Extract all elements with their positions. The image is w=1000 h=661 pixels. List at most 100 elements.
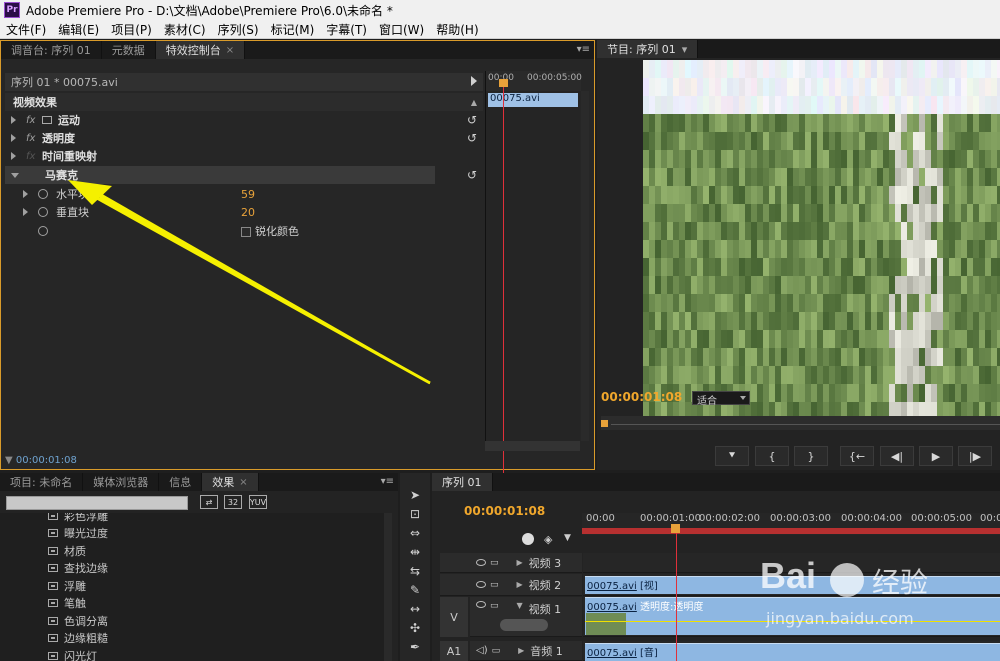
fit-dropdown[interactable]: 适合 — [692, 391, 750, 407]
source-v-patch[interactable]: V — [440, 597, 468, 637]
eye-icon[interactable] — [476, 601, 486, 608]
expand-icon[interactable] — [23, 190, 28, 198]
program-timecode[interactable]: 00:00:01:08 — [601, 390, 682, 404]
tab-program[interactable]: 节目: 序列 01 ▾ — [597, 40, 699, 58]
mark-in-button[interactable]: { — [755, 446, 789, 466]
reset-icon[interactable]: ↺ — [467, 131, 477, 145]
clip-a1[interactable]: 00075.avi [音] — [585, 643, 1000, 661]
playhead-handle[interactable] — [499, 79, 508, 87]
step-forward-button[interactable]: |▶ — [958, 446, 992, 466]
list-item[interactable]: 材质 — [0, 542, 392, 560]
program-scrubber[interactable] — [601, 416, 1000, 430]
effect-time-remap[interactable]: fx 时间重映射 — [5, 147, 483, 165]
effect-timecode[interactable]: ▼ 00:00:01:08 — [5, 455, 77, 466]
reset-icon[interactable]: ↺ — [467, 113, 477, 127]
list-item[interactable]: 笔触 — [0, 595, 392, 613]
tab-info[interactable]: 信息 — [159, 473, 203, 491]
panel-menu-icon[interactable]: ▾≡ — [577, 44, 590, 55]
vertical-blocks-value[interactable]: 20 — [241, 206, 255, 219]
effect-opacity[interactable]: fx 透明度 ↺ — [5, 129, 483, 147]
stopwatch-icon[interactable] — [38, 226, 48, 236]
effect-mosaic[interactable]: 马赛克 — [5, 166, 435, 184]
playhead-handle[interactable] — [671, 524, 680, 533]
eye-icon[interactable] — [476, 581, 486, 588]
tab-effect-controls[interactable]: 特效控制台 × — [155, 41, 246, 59]
sharpen-colors-checkbox[interactable] — [241, 227, 251, 237]
close-icon[interactable]: × — [239, 477, 247, 488]
menu-window[interactable]: 窗口(W) — [373, 21, 430, 38]
collapse-icon[interactable]: ▲ — [471, 98, 477, 107]
selection-tool-icon[interactable]: ➤ — [407, 487, 423, 503]
play-button[interactable]: ▶ — [919, 446, 953, 466]
timeline-ruler[interactable]: 00:00 00:00:01:00 00:00:02:00 00:00:03:0… — [582, 513, 1000, 535]
tab-audio-mixer[interactable]: 调音台: 序列 01 — [1, 41, 102, 59]
rate-stretch-tool-icon[interactable]: ⇆ — [407, 563, 423, 579]
add-marker-button[interactable]: ⯆ — [715, 446, 749, 466]
go-to-in-button[interactable]: {← — [840, 446, 874, 466]
work-area-bar[interactable] — [582, 528, 1000, 534]
menu-help[interactable]: 帮助(H) — [430, 21, 484, 38]
effect-timeline-clip[interactable]: 00075.avi — [488, 93, 578, 107]
keyframe-navigator[interactable] — [500, 619, 548, 631]
list-item[interactable]: 浮雕 — [0, 577, 392, 595]
vertical-scrollbar[interactable] — [384, 513, 392, 661]
stopwatch-icon[interactable] — [38, 189, 48, 199]
marker-icon[interactable]: ◈ — [544, 533, 552, 546]
slide-tool-icon[interactable]: ✣ — [407, 620, 423, 636]
camera-icon[interactable]: ▭ — [492, 646, 501, 656]
speaker-icon[interactable]: ◁) — [476, 645, 488, 656]
menu-title[interactable]: 字幕(T) — [320, 21, 373, 38]
tab-sequence-01[interactable]: 序列 01 — [432, 473, 493, 491]
slip-tool-icon[interactable]: ↔ — [407, 601, 423, 617]
vertical-scrollbar[interactable] — [581, 91, 589, 441]
menu-file[interactable]: 文件(F) — [0, 21, 52, 38]
collapse-icon[interactable] — [11, 172, 19, 178]
list-item[interactable]: 色调分离 — [0, 612, 392, 630]
tab-metadata[interactable]: 元数据 — [102, 41, 156, 59]
list-item[interactable]: 曝光过度 — [0, 525, 392, 543]
play-icon[interactable] — [471, 76, 477, 86]
camera-icon[interactable]: ▭ — [490, 580, 499, 590]
menu-marker[interactable]: 标记(M) — [265, 21, 321, 38]
add-marker-icon[interactable]: ▼ — [564, 533, 571, 543]
horizontal-blocks-value[interactable]: 59 — [241, 188, 255, 201]
razor-tool-icon[interactable]: ✎ — [407, 582, 423, 598]
ripple-edit-tool-icon[interactable]: ⇔ — [407, 525, 423, 541]
stopwatch-icon[interactable] — [38, 207, 48, 217]
expand-icon[interactable]: ▶ — [517, 558, 523, 567]
tab-project[interactable]: 项目: 未命名 — [0, 473, 84, 491]
mark-out-button[interactable]: } — [794, 446, 828, 466]
list-item[interactable]: 闪光灯 — [0, 647, 392, 661]
menu-clip[interactable]: 素材(C) — [158, 21, 212, 38]
32bit-effects-icon[interactable]: 32 — [224, 495, 242, 509]
yuv-effects-icon[interactable]: YUV — [249, 495, 267, 509]
expand-icon[interactable]: ▶ — [518, 646, 524, 655]
close-icon[interactable]: × — [226, 45, 234, 56]
horizontal-scrollbar[interactable] — [485, 441, 580, 451]
source-a-patch[interactable]: A1 — [440, 641, 468, 661]
panel-menu-icon[interactable]: ▾≡ — [381, 476, 394, 487]
rolling-edit-tool-icon[interactable]: ⇹ — [407, 544, 423, 560]
tab-effects[interactable]: 效果 × — [202, 473, 259, 491]
list-item[interactable]: 查找边缘 — [0, 560, 392, 578]
tab-media-browser[interactable]: 媒体浏览器 — [83, 473, 160, 491]
menu-sequence[interactable]: 序列(S) — [212, 21, 265, 38]
expand-icon[interactable] — [11, 134, 16, 142]
menu-edit[interactable]: 编辑(E) — [52, 21, 105, 38]
accelerated-effects-icon[interactable]: ⇄ — [200, 495, 218, 509]
pen-tool-icon[interactable]: ✒ — [407, 639, 423, 655]
effects-search-input[interactable] — [6, 496, 188, 510]
expand-icon[interactable]: ▶ — [517, 580, 523, 589]
expand-icon[interactable] — [11, 152, 16, 160]
effect-mini-timeline[interactable]: 00:00 00:00:05:00 00075.avi — [485, 71, 582, 479]
timeline-timecode[interactable]: 00:00:01:08 — [464, 504, 545, 518]
eye-icon[interactable] — [476, 559, 486, 566]
effect-motion[interactable]: fx 运动 ↺ — [5, 111, 483, 129]
step-back-button[interactable]: ◀| — [880, 446, 914, 466]
expand-icon[interactable] — [23, 208, 28, 216]
list-item[interactable]: 彩色浮雕 — [0, 513, 392, 525]
menu-project[interactable]: 项目(P) — [105, 21, 158, 38]
list-item[interactable]: 边缘粗糙 — [0, 630, 392, 648]
chevron-down-icon[interactable]: ▾ — [682, 43, 688, 56]
camera-icon[interactable]: ▭ — [490, 601, 499, 611]
